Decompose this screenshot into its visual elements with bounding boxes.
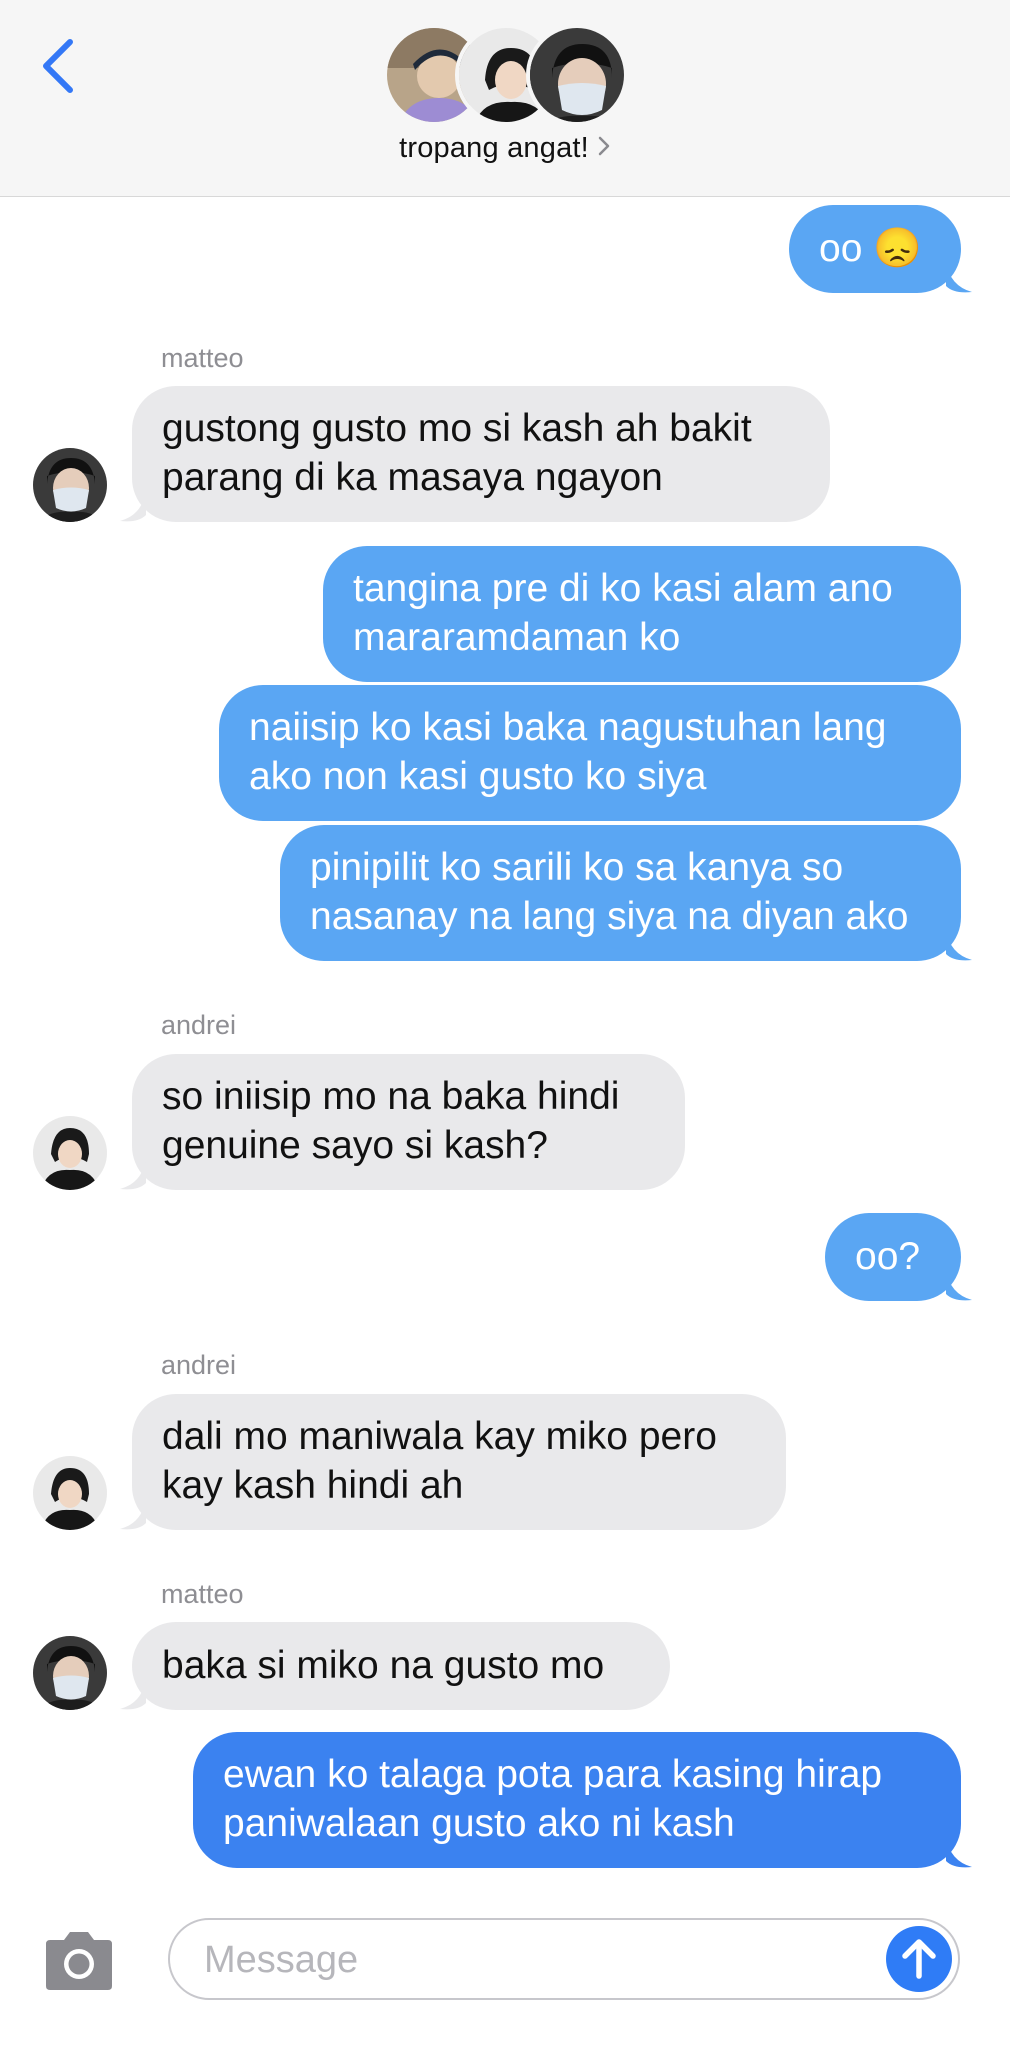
avatar-matteo [526,24,628,126]
message-bubble-outgoing[interactable]: oo? [825,1213,961,1301]
message-input[interactable] [202,1934,846,1986]
bubble-tail [946,1837,972,1868]
message-text: gustong gusto mo si kash ah bakit parang… [162,407,752,499]
chevron-right-icon [597,133,611,166]
message-text: oo? [855,1235,921,1278]
bubble-tail [946,1270,972,1301]
message-bubble-outgoing[interactable]: naiisip ko kasi baka nagustuhan lang ako… [219,685,961,821]
bubble-tail [120,1679,146,1710]
sender-name: matteo [161,1579,244,1609]
bubble-tail [946,930,972,961]
chevron-left-icon [43,39,73,93]
message-text: dali mo maniwala kay miko pero kay kash … [162,1415,717,1507]
message-text: so iniisip mo na baka hindi genuine sayo… [162,1075,620,1167]
message-bubble-outgoing[interactable]: ewan ko talaga pota para kasing hirap pa… [193,1732,961,1868]
sender-name: matteo [161,343,244,373]
send-button[interactable] [886,1926,952,1992]
avatar-andrei[interactable] [33,1116,107,1190]
chat-header: tropang angat! [0,0,1010,197]
avatar-matteo[interactable] [33,448,107,522]
camera-icon [46,1932,112,1990]
camera-button[interactable] [40,1928,118,1994]
message-text: pinipilit ko sarili ko sa kanya so nasan… [310,846,909,938]
sender-name: andrei [161,1350,237,1380]
message-text: baka si miko na gusto mo [162,1644,605,1687]
message-composer [0,1890,1010,2048]
bubble-tail [120,1499,146,1530]
message-input-container[interactable] [168,1918,960,2000]
back-button[interactable] [34,34,84,98]
avatar-matteo[interactable] [33,1636,107,1710]
message-bubble-incoming[interactable]: gustong gusto mo si kash ah bakit parang… [132,386,830,522]
group-name-button[interactable]: tropang angat! [0,132,1010,166]
group-name: tropang angat! [399,132,589,164]
sender-name: andrei [161,1010,237,1040]
message-text: tangina pre di ko kasi alam ano mararamd… [353,567,893,659]
message-text: ewan ko talaga pota para kasing hirap pa… [223,1753,883,1845]
message-bubble-incoming[interactable]: so iniisip mo na baka hindi genuine sayo… [132,1054,685,1190]
group-avatars[interactable] [383,24,628,126]
message-bubble-outgoing[interactable]: pinipilit ko sarili ko sa kanya so nasan… [280,825,961,961]
message-bubble-incoming[interactable]: baka si miko na gusto mo [132,1622,670,1710]
bubble-tail [120,1159,146,1190]
message-bubble-outgoing[interactable]: tangina pre di ko kasi alam ano mararamd… [323,546,961,682]
bubble-tail [120,491,146,522]
avatar-andrei[interactable] [33,1456,107,1530]
arrow-up-icon [902,1939,936,1979]
message-text: oo 😞 [819,227,922,270]
message-bubble-outgoing[interactable]: oo 😞 [789,205,961,293]
bubble-tail [946,262,972,293]
message-bubble-incoming[interactable]: dali mo maniwala kay miko pero kay kash … [132,1394,786,1530]
message-text: naiisip ko kasi baka nagustuhan lang ako… [249,706,887,798]
